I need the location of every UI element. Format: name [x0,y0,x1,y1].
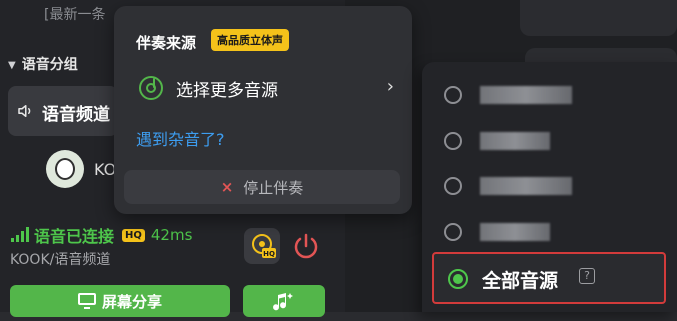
caret-down-icon: ▼ [8,60,16,71]
audio-source-option[interactable] [444,175,664,197]
help-icon[interactable]: ? [579,268,595,284]
select-more-sources-row[interactable]: 选择更多音源 › [138,68,394,108]
voice-channel-name: 语音频道 [42,105,110,125]
select-more-sources-label: 选择更多音源 [176,80,278,101]
redacted-source-name [480,86,572,104]
audio-source-option[interactable] [444,130,664,152]
channel-path: KOOK/语音频道 [10,252,111,268]
noise-help-link[interactable]: 遇到杂音了? [136,126,225,150]
hq-audio-button[interactable]: HQ [244,228,280,264]
svg-text:HQ: HQ [263,250,275,258]
audio-source-option[interactable] [444,221,664,243]
panel-card [520,0,677,36]
disconnect-power-icon[interactable] [289,229,323,263]
accompaniment-popup: 伴奏来源 高品质立体声 选择更多音源 › 遇到杂音了? × 停止伴奏 [114,6,412,214]
voice-group-label: 语音分组 [21,57,78,73]
music-disc-icon [139,76,163,100]
stop-accompaniment-button[interactable]: × 停止伴奏 [124,170,400,204]
chevron-right-icon: › [386,76,394,97]
latest-message-text: [最新一条 [44,7,106,23]
accompaniment-button[interactable] [243,285,325,317]
all-sources-label: 全部音源 [482,270,559,292]
voice-group-header[interactable]: ▼ 语音分组 [8,54,78,74]
signal-icon [11,227,29,242]
hifi-stereo-badge: 高品质立体声 [211,29,289,51]
speaker-icon [18,105,31,117]
redacted-source-name [480,223,550,241]
redacted-source-name [480,177,572,195]
voice-channel-item[interactable]: 语音频道 [8,86,118,136]
screen-share-button[interactable]: 屏幕分享 [10,285,230,317]
hq-badge: HQ [122,228,145,242]
latency-value: 42ms [150,226,193,244]
close-icon: × [220,178,234,196]
popup-title: 伴奏来源 [136,34,197,52]
radio-selected-icon [448,269,468,289]
status-text: 语音已连接 [34,227,115,246]
channel-user[interactable]: KO [46,150,116,188]
audio-source-option[interactable] [444,84,664,106]
hq-audio-icon: HQ [252,234,276,258]
all-sources-option[interactable]: 全部音源 ? [432,252,666,304]
voice-connection-status: 语音已连接 HQ 42ms [10,223,192,247]
audio-source-list: 全部音源 ? [422,62,677,312]
redacted-source-name [480,132,550,150]
avatar [46,150,84,188]
monitor-icon [77,293,96,309]
music-sparkle-icon [273,293,293,311]
radio-unselected-icon [444,223,462,241]
radio-unselected-icon [444,86,462,104]
screen-share-label: 屏幕分享 [101,292,162,311]
radio-unselected-icon [444,132,462,150]
user-name: KO [94,159,117,179]
radio-unselected-icon [444,177,462,195]
stop-accompaniment-label: 停止伴奏 [243,178,304,197]
